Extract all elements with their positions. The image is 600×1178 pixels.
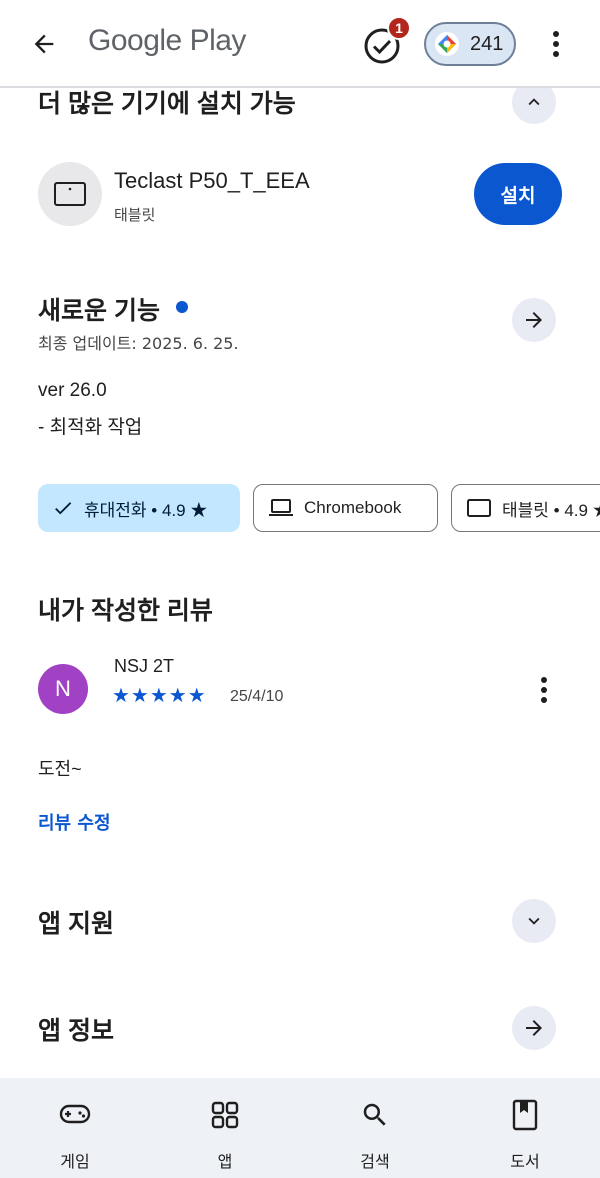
app-info-open-button[interactable] [512,1006,556,1050]
chip-tablet[interactable]: 태블릿 • 4.9 ★ [451,484,600,532]
chip-tablet-label: 태블릿 • 4.9 ★ [502,500,600,520]
nav-games[interactable]: 게임 [0,1078,150,1178]
my-review-heading: 내가 작성한 리뷰 [38,597,213,625]
whats-new-heading: 새로운 기능 [38,297,160,325]
app-info-heading: 앱 정보 [38,1017,114,1045]
device-avatar [38,162,102,226]
new-indicator-dot [176,301,188,313]
review-date: 25/4/10 [230,688,284,705]
collapse-button[interactable] [512,88,556,124]
app-support-expand-button[interactable] [512,899,556,943]
version-text: ver 26.0 [38,380,107,401]
arrow-forward-icon [526,312,542,328]
app-details-content[interactable]: 더 많은 기기에 설치 가능 Teclast P50_T_EEA 태블릿 설치 … [0,88,600,1078]
install-button[interactable]: 설치 [474,163,562,225]
book-icon [508,1098,542,1132]
reviewer-name: NSJ 2T [114,656,175,676]
chevron-down-icon [528,917,540,925]
more-vert-icon [553,31,559,57]
play-points-value: 241 [470,32,504,55]
app-support-heading: 앱 지원 [38,910,114,938]
chip-phone[interactable]: 휴대전화 • 4.9 ★ [38,484,240,532]
back-button[interactable] [24,24,64,64]
update-note: - 최적화 작업 [38,417,143,438]
nav-apps-label: 앱 [217,1152,233,1171]
app-bar: Google Play 1 241 [0,0,600,88]
review-more-button[interactable] [530,672,558,708]
tablet-icon [467,499,491,517]
avatar: N [38,664,88,714]
chip-phone-label: 휴대전화 • 4.9 ★ [84,500,208,520]
whats-new-open-button[interactable] [512,298,556,342]
play-points-chip[interactable]: 241 [424,22,516,66]
review-text: 도전~ [38,759,82,779]
app-title: Google Play [88,24,246,57]
nav-search-label: 검색 [360,1152,390,1171]
nav-search[interactable]: 검색 [300,1078,450,1178]
last-updated: 최종 업데이트: 2025. 6. 25. [38,334,239,353]
gamepad-icon [58,1098,92,1132]
tablet-icon [54,182,86,206]
chip-chromebook[interactable]: Chromebook [253,484,438,532]
notification-badge: 1 [387,16,411,40]
play-points-icon [435,32,459,56]
apps-grid-icon [208,1098,242,1132]
laptop-icon [269,499,293,516]
more-vert-icon [541,677,547,703]
more-options-button[interactable] [540,24,572,64]
device-name: Teclast P50_T_EEA [114,168,310,193]
bottom-navigation: 게임 앱 검색 도서 [0,1078,600,1178]
arrow-forward-icon [526,1020,542,1036]
more-devices-heading: 더 많은 기기에 설치 가능 [38,90,296,118]
edit-review-link[interactable]: 리뷰 수정 [38,809,111,835]
chevron-up-icon [528,98,540,106]
device-type: 태블릿 [114,206,156,224]
nav-apps[interactable]: 앱 [150,1078,300,1178]
nav-games-label: 게임 [60,1152,90,1171]
chip-chromebook-label: Chromebook [304,498,402,517]
check-icon [55,502,72,515]
search-icon [358,1098,392,1132]
back-arrow-icon [34,34,54,54]
star-rating: ★★★★★ [112,683,207,707]
nav-books[interactable]: 도서 [450,1078,600,1178]
nav-books-label: 도서 [510,1152,540,1171]
